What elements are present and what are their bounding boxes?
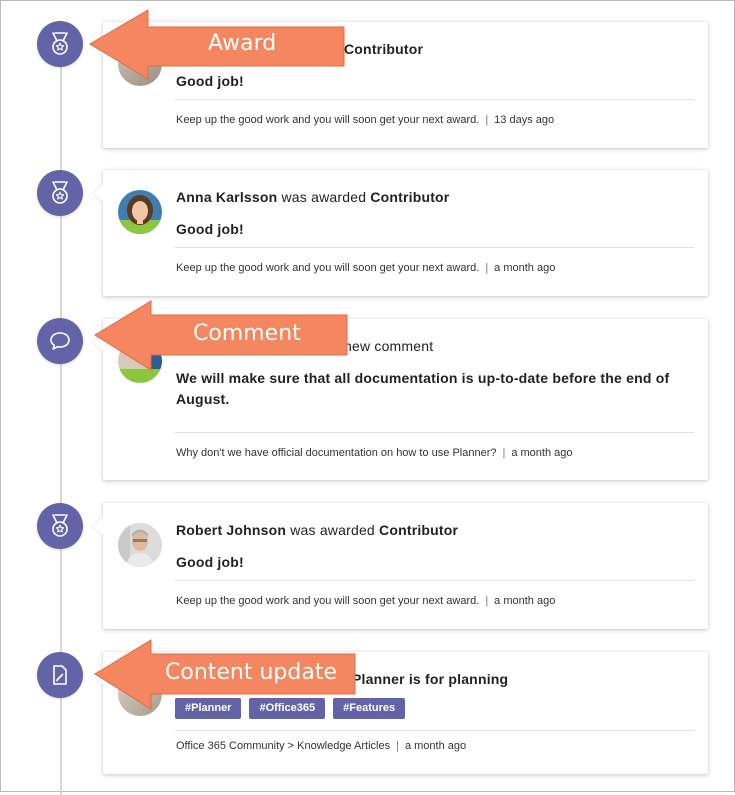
callout-arrow-content-update: Content update: [93, 638, 357, 710]
awardee-name: Anna Karlsson: [176, 189, 278, 205]
timeline-node-award: [37, 503, 83, 549]
card-footer: Keep up the good work and you will soon …: [176, 262, 555, 274]
callout-arrow-award: Award: [88, 8, 346, 80]
card-footer: Office 365 Community > Knowledge Article…: [176, 740, 466, 752]
breadcrumb[interactable]: Office 365 Community > Knowledge Article…: [176, 740, 390, 752]
timestamp: a month ago: [494, 262, 556, 274]
award-title: Contributor: [379, 522, 459, 538]
footer-text: Why don't we have official documentation…: [176, 447, 497, 459]
footer-separator: |: [485, 114, 489, 126]
callout-label: Comment: [193, 321, 301, 346]
footer-text: Keep up the good work and you will soon …: [176, 595, 480, 607]
speech-bubble-icon: [50, 332, 70, 350]
activity-card-award[interactable]: Robert Johnson was awarded Contributor G…: [103, 503, 708, 629]
callout-label: Award: [208, 31, 277, 56]
footer-separator: |: [502, 447, 506, 459]
timeline-node-content-update: [37, 652, 83, 698]
timestamp: 13 days ago: [494, 114, 555, 126]
robert-johnson-avatar: [118, 523, 162, 567]
card-divider: [175, 99, 694, 100]
footer-separator: |: [396, 740, 399, 752]
card-divider: [175, 730, 694, 731]
medal-icon: [52, 32, 68, 55]
footer-text: Keep up the good work and you will soon …: [176, 262, 480, 274]
timestamp: a month ago: [511, 447, 573, 459]
card-footer: Keep up the good work and you will soon …: [176, 595, 555, 607]
award-title: Contributor: [344, 41, 424, 57]
anna-karlsson-avatar: [118, 190, 162, 234]
award-title: Contributor: [370, 189, 450, 205]
card-headline: Contributor: [344, 41, 694, 57]
timeline-node-award: [37, 21, 83, 67]
timeline-node-award: [37, 170, 83, 216]
article-title: Planner is for planning: [352, 671, 509, 687]
activity-card-award[interactable]: Anna Karlsson was awarded Contributor Go…: [103, 170, 708, 296]
edit-document-icon: [53, 665, 67, 685]
callout-arrow-comment: Comment: [93, 299, 349, 371]
callout-label: Content update: [165, 660, 338, 685]
card-headline: Planner is for planning: [352, 671, 694, 687]
card-body: We will make sure that all documentation…: [176, 370, 670, 407]
card-body: Good job!: [176, 554, 244, 570]
timestamp: a month ago: [494, 595, 556, 607]
footer-separator: |: [485, 595, 489, 607]
card-headline: Anna Karlsson was awarded Contributor: [176, 189, 694, 205]
timeline-node-comment: [37, 318, 83, 364]
card-footer: Keep up the good work and you will soon …: [176, 114, 554, 126]
medal-icon: [52, 514, 68, 537]
card-divider: [175, 247, 694, 248]
headline-verb: was awarded: [277, 189, 371, 205]
card-headline: Robert Johnson was awarded Contributor: [176, 522, 694, 538]
card-footer: Why don't we have official documentation…: [176, 447, 573, 459]
awardee-name: Robert Johnson: [176, 522, 287, 538]
card-body: Good job!: [176, 221, 244, 237]
headline-tail: new comment: [344, 338, 434, 354]
headline-verb: was awarded: [286, 522, 380, 538]
footer-separator: |: [485, 262, 489, 274]
card-headline: new comment: [344, 338, 694, 354]
timestamp: a month ago: [404, 740, 467, 752]
card-divider: [175, 580, 694, 581]
medal-icon: [52, 181, 68, 204]
card-divider: [175, 432, 694, 433]
footer-text: Keep up the good work and you will soon …: [176, 114, 480, 126]
